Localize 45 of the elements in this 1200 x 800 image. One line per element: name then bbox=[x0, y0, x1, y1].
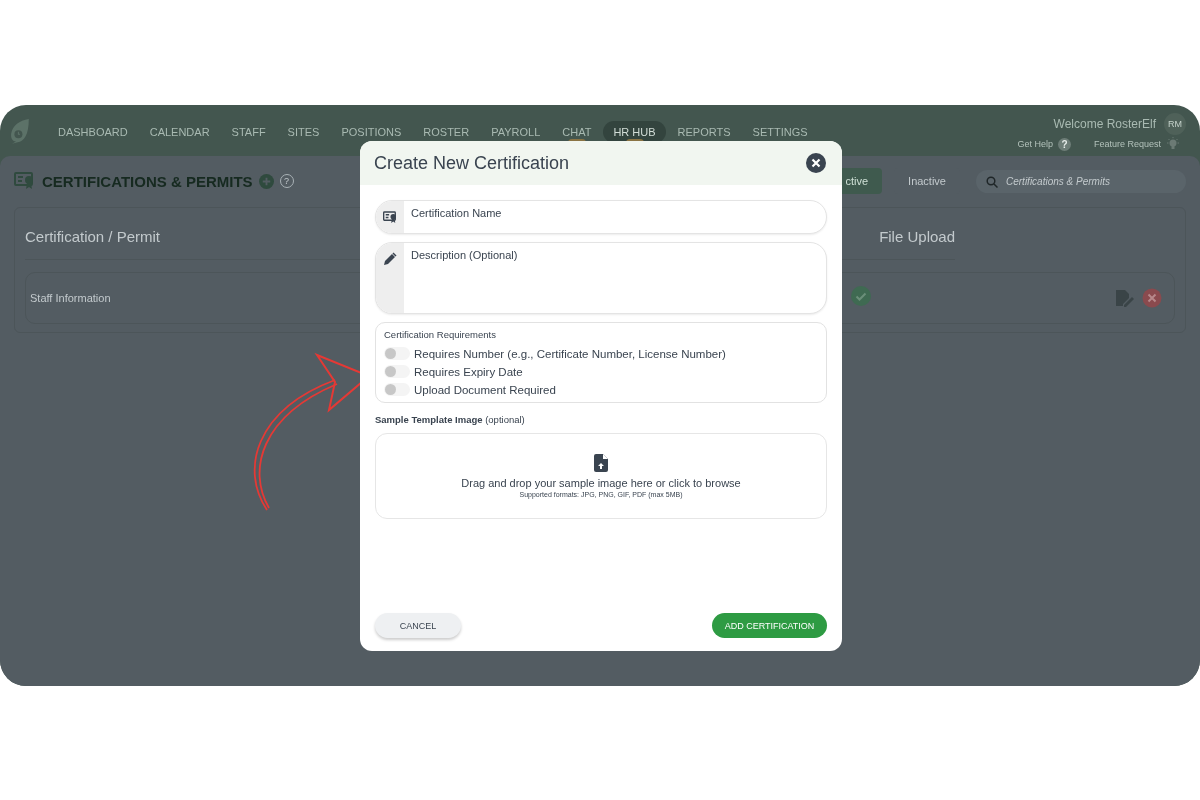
toggle-label: Requires Number (e.g., Certificate Number, License Number) bbox=[414, 347, 726, 360]
certificate-icon bbox=[382, 210, 398, 224]
section-label: Sample Template Image (optional) bbox=[375, 414, 526, 425]
help-link[interactable]: Feature Request bbox=[1093, 139, 1161, 149]
nav-item[interactable]: DASHBOARD bbox=[48, 121, 138, 143]
close-icon[interactable] bbox=[806, 153, 826, 173]
nav-item[interactable]: PAYROLL bbox=[481, 121, 551, 143]
column-header: Certification / Permit bbox=[25, 228, 161, 245]
page-title: CERTIFICATIONS & PERMITS bbox=[42, 172, 253, 190]
add-certification-button[interactable]: ADD CERTIFICATION bbox=[712, 613, 827, 638]
cancel-button[interactable]: CANCEL bbox=[375, 613, 461, 638]
search-field[interactable]: Certifications & Permits bbox=[976, 169, 1186, 193]
input-field[interactable]: Certification Name bbox=[375, 200, 827, 234]
welcome-text: Welcome RosterElf bbox=[1053, 117, 1156, 131]
toggle-switch[interactable] bbox=[384, 365, 410, 378]
edit-icon[interactable] bbox=[1114, 288, 1134, 308]
toggle-switch[interactable] bbox=[384, 347, 410, 360]
section-label: Certification Requirements bbox=[384, 329, 497, 340]
nav-item[interactable]: POSITIONS bbox=[331, 121, 412, 143]
lightbulb-icon bbox=[1166, 137, 1180, 151]
nav-item[interactable]: ROSTER bbox=[413, 121, 480, 143]
delete-icon[interactable] bbox=[1142, 288, 1162, 308]
table-cell-text: Staff Information bbox=[30, 292, 112, 304]
file-upload-icon bbox=[594, 454, 608, 472]
textarea-field[interactable]: Description (Optional) bbox=[375, 242, 827, 314]
toggle-label: Upload Document Required bbox=[414, 383, 556, 396]
column-header: File Upload bbox=[879, 228, 955, 245]
nav-item[interactable]: CHAT bbox=[552, 121, 602, 143]
nav-item[interactable]: STAFF bbox=[221, 121, 276, 143]
pencil-icon bbox=[383, 252, 397, 266]
drop-zone-prompt: Drag and drop your sample image here or click to browse bbox=[461, 477, 741, 489]
nav-item[interactable]: CALENDAR bbox=[139, 121, 220, 143]
nav-item[interactable]: REPORTS bbox=[667, 121, 741, 143]
logo-icon bbox=[8, 116, 32, 146]
help-icon: ? bbox=[1057, 137, 1071, 151]
add-icon[interactable] bbox=[258, 173, 274, 189]
search-icon bbox=[986, 175, 998, 188]
help-link[interactable]: Get Help bbox=[1017, 139, 1053, 149]
user-avatar[interactable]: RM bbox=[1164, 113, 1186, 135]
nav-item[interactable]: SITES bbox=[277, 121, 330, 143]
dialog-title: Create New Certification bbox=[374, 152, 570, 174]
nav-item[interactable]: SETTINGS bbox=[742, 121, 818, 143]
toggle-label: Requires Expiry Date bbox=[414, 365, 523, 378]
toggle-switch[interactable] bbox=[384, 383, 410, 396]
certificate-icon bbox=[14, 172, 36, 190]
